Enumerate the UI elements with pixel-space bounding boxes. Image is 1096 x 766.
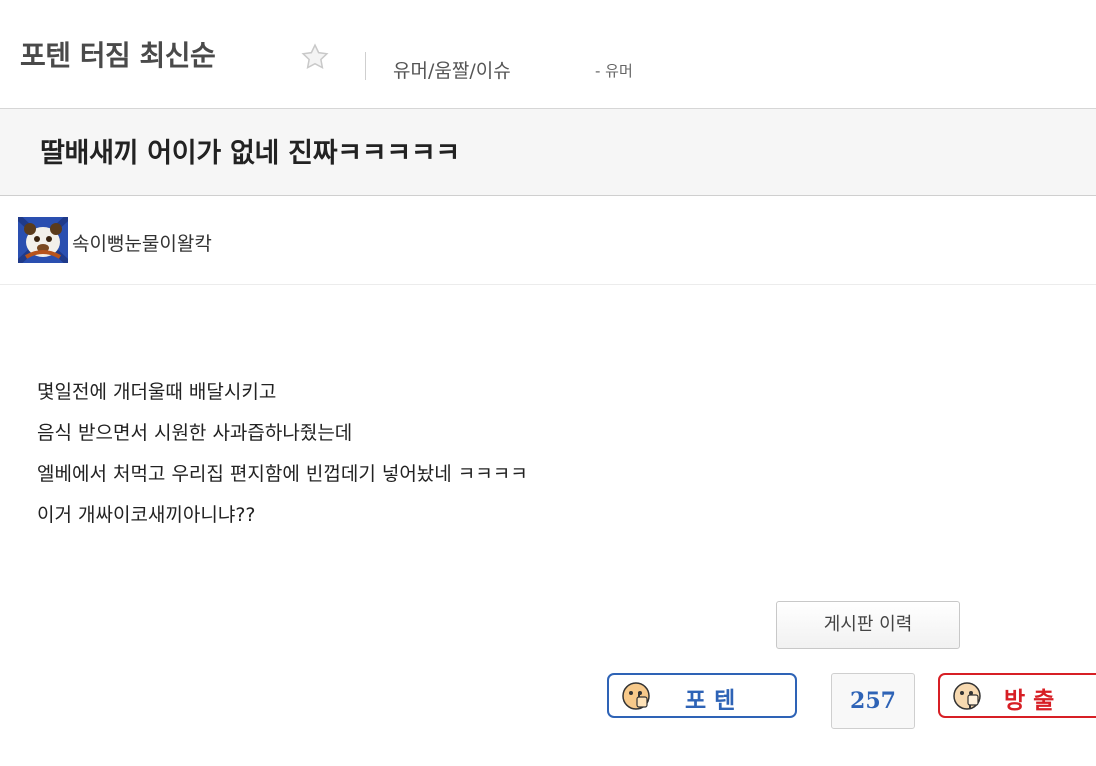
- downvote-label: 방출: [1004, 688, 1063, 714]
- post-title: 딸배새끼 어이가 없네 진짜ㅋㅋㅋㅋㅋ: [40, 138, 460, 169]
- breadcrumb-subcategory[interactable]: - 유머: [595, 60, 633, 81]
- upvote-button[interactable]: 포텐: [607, 673, 797, 718]
- star-icon[interactable]: [300, 42, 330, 72]
- breadcrumb-category[interactable]: 유머/움짤/이슈: [393, 56, 511, 83]
- header-divider: [365, 52, 366, 80]
- board-history-button[interactable]: 게시판 이력: [776, 601, 960, 649]
- content-line: 이거 개싸이코새끼아니냐??: [37, 504, 256, 526]
- author-name[interactable]: 속이뻥눈물이왈칵: [72, 229, 212, 256]
- vote-count: 257: [831, 673, 915, 729]
- board-title[interactable]: 포텐 터짐 최신순: [20, 34, 216, 74]
- author-row: 속이뻥눈물이왈칵: [0, 196, 1096, 285]
- thumbs-up-face-icon: [621, 681, 651, 711]
- thumbs-down-face-icon: [952, 681, 982, 711]
- content-line: 엘베에서 처먹고 우리집 편지함에 빈껍데기 넣어놨네 ㅋㅋㅋㅋ: [37, 463, 528, 485]
- content-line: 음식 받으면서 시원한 사과즙하나줬는데: [37, 422, 353, 444]
- downvote-button[interactable]: 방출: [938, 673, 1096, 718]
- content-line: 몇일전에 개더울때 배달시키고: [37, 381, 277, 403]
- post-title-bar: 딸배새끼 어이가 없네 진짜ㅋㅋㅋㅋㅋ: [0, 109, 1096, 196]
- avatar[interactable]: [15, 214, 71, 266]
- upvote-label: 포텐: [685, 688, 744, 714]
- board-header: 포텐 터짐 최신순 유머/움짤/이슈 - 유머: [0, 0, 1096, 109]
- post-content: 몇일전에 개더울때 배달시키고 음식 받으면서 시원한 사과즙하나줬는데 엘베에…: [37, 372, 528, 536]
